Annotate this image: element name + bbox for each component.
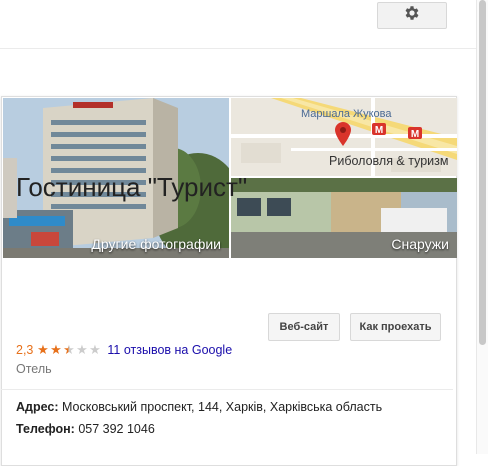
map-thumbnail[interactable]: Маршала Жукова M M Риболовля & туризм	[231, 98, 457, 176]
metro-icon: M	[372, 122, 386, 140]
results-header	[0, 0, 476, 49]
star-icon: ★	[37, 342, 49, 357]
svg-text:M: M	[375, 125, 383, 135]
gear-icon	[403, 4, 421, 27]
svg-text:M: M	[411, 129, 419, 139]
star-icon: ★	[89, 342, 101, 357]
star-icon: ★	[50, 342, 62, 357]
phone-row: Телефон: 057 392 1046	[16, 422, 155, 436]
phone-label: Телефон:	[16, 422, 75, 436]
outside-label[interactable]: Снаружи	[391, 236, 449, 252]
star-rating: ★ ★ ★ ★ ★	[36, 343, 101, 357]
outside-photo[interactable]: Снаружи	[231, 178, 457, 258]
map-place-label: Риболовля & туризм	[329, 154, 449, 168]
star-icon: ★	[63, 342, 75, 357]
map-pin-icon	[335, 122, 351, 151]
divider	[1, 389, 453, 390]
phone-value[interactable]: 057 392 1046	[78, 422, 154, 436]
star-icon: ★	[76, 342, 88, 357]
address-value: Московський проспект, 144, Харків, Харкі…	[61, 400, 383, 414]
rating-row: 2,3 ★ ★ ★ ★ ★ 11 отзывов на Google	[16, 342, 232, 358]
rating-value: 2,3	[16, 343, 34, 357]
metro-icon: M	[408, 126, 422, 144]
more-photos-label[interactable]: Другие фотографии	[91, 236, 221, 252]
settings-button[interactable]	[377, 2, 447, 29]
address-label: Адрес:	[16, 400, 59, 414]
map-street-label: Маршала Жукова	[301, 108, 392, 120]
reviews-link[interactable]: 11 отзывов на Google	[107, 343, 232, 357]
address-row: Адрес: Московський проспект, 144, Харків…	[16, 400, 382, 414]
website-button[interactable]: Веб-сайт	[268, 313, 340, 341]
directions-button[interactable]: Как проехать	[350, 313, 441, 341]
place-title: Гостиница "Турист"	[16, 172, 248, 202]
place-category: Отель	[16, 362, 52, 376]
scrollbar-thumb[interactable]	[479, 0, 486, 345]
